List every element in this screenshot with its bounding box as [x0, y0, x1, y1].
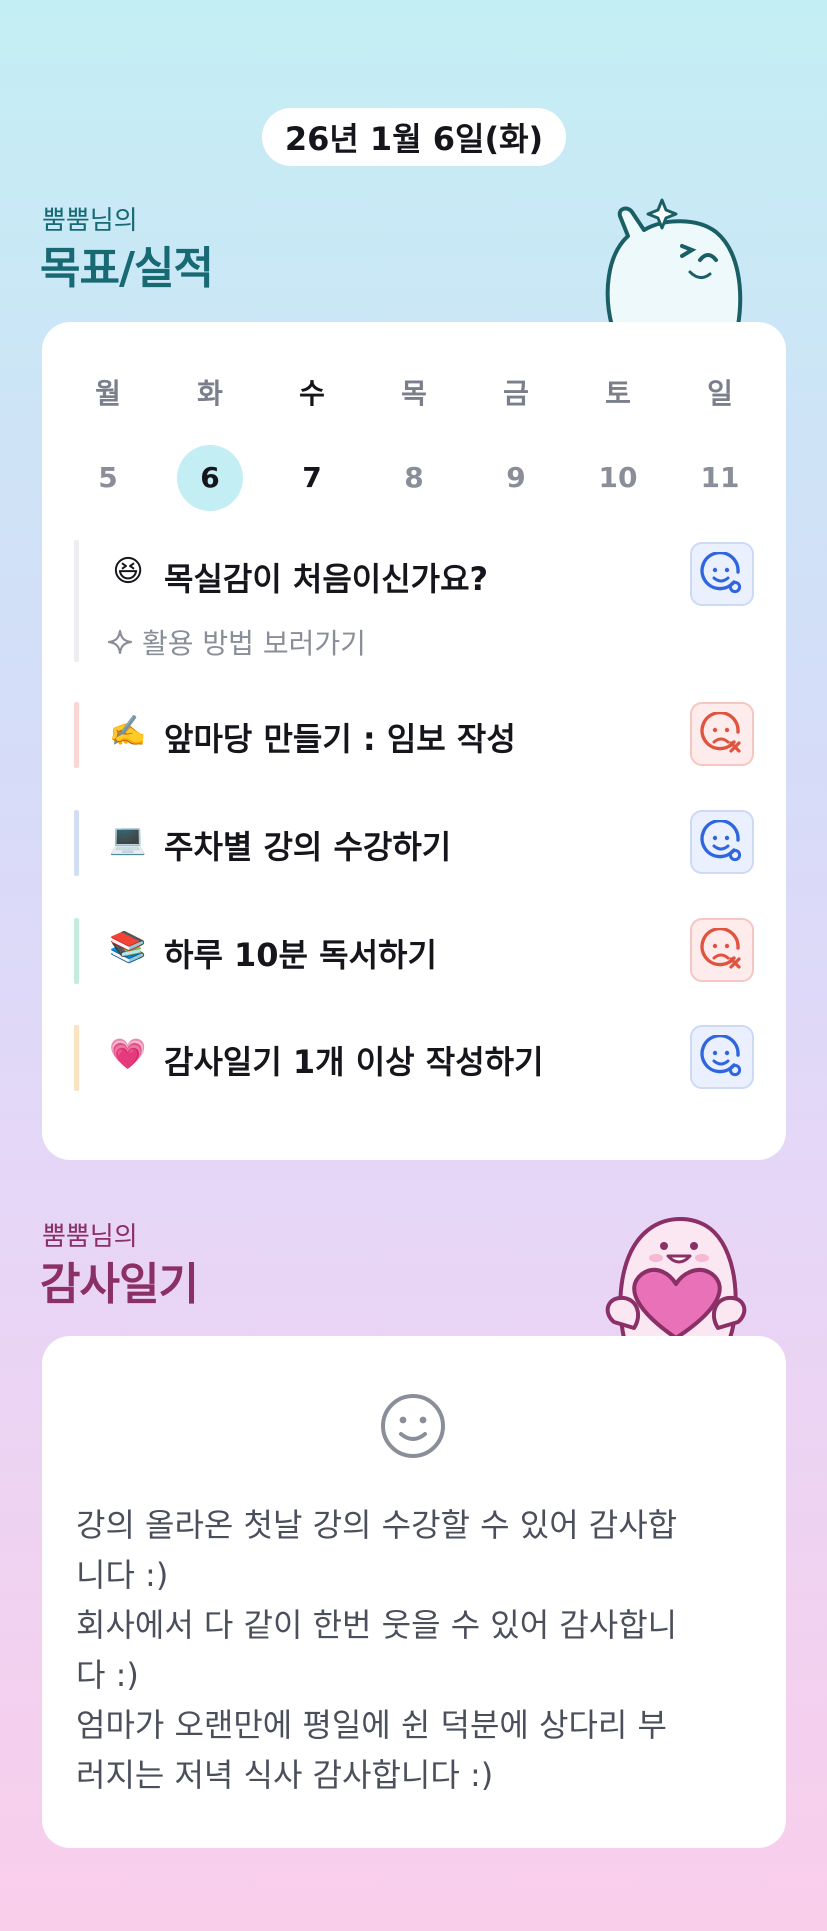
- diary-line: 회사에서 다 같이 한번 웃을 수 있어 감사합니: [76, 1606, 678, 1644]
- laptop-emoji-icon: 💻: [109, 822, 147, 857]
- day-9[interactable]: 9: [483, 445, 549, 511]
- weekday-label: 목: [401, 377, 427, 410]
- day-10[interactable]: 10: [585, 445, 651, 511]
- item-bar: [74, 918, 79, 984]
- gratitude-section-title: 감사일기: [40, 1259, 199, 1310]
- sad-x-icon: [700, 928, 741, 969]
- day-5[interactable]: 5: [75, 445, 141, 511]
- books-emoji-icon: 📚: [109, 930, 147, 965]
- goal-status-button[interactable]: [690, 918, 754, 982]
- day-8[interactable]: 8: [381, 445, 447, 511]
- goal-item: 📚 하루 10분 독서하기: [74, 918, 764, 984]
- grinning-emoji-icon: 😆: [112, 554, 144, 589]
- weekday-label: 월: [95, 377, 121, 410]
- date-pill[interactable]: 26년 1월 6일(화): [262, 108, 566, 166]
- weekday-label: 수: [299, 377, 325, 410]
- gratitude-diary-text: 강의 올라온 첫날 강의 수강할 수 있어 감사합 니다 :) 회사에서 다 같…: [76, 1500, 766, 1800]
- goal-status-button[interactable]: [690, 810, 754, 874]
- smile-check-icon: [700, 1035, 742, 1077]
- day-11[interactable]: 11: [687, 445, 753, 511]
- item-bar: [74, 810, 79, 876]
- goal-text: 앞마당 만들기 : 임보 작성: [164, 720, 516, 758]
- goals-section-title: 목표/실적: [40, 243, 214, 294]
- mascot-wave-illustration: [605, 198, 743, 328]
- writing-hand-emoji-icon: ✍️: [109, 714, 147, 749]
- diary-line: 러지는 저녁 식사 감사합니다 :): [76, 1756, 494, 1794]
- sparkle-icon: [107, 629, 133, 655]
- smile-check-icon: [700, 820, 742, 862]
- smile-face-icon: [381, 1394, 445, 1458]
- smile-check-icon: [700, 552, 742, 594]
- day-6-selected[interactable]: 6: [177, 445, 243, 511]
- sad-x-icon: [700, 712, 741, 753]
- goal-text: 주차별 강의 수강하기: [164, 828, 452, 866]
- diary-line: 다 :): [76, 1656, 139, 1694]
- goal-item: ✍️ 앞마당 만들기 : 임보 작성: [74, 702, 764, 768]
- diary-line: 니다 :): [76, 1556, 169, 1594]
- mascot-heart-illustration: [605, 1216, 747, 1338]
- diary-line: 엄마가 오랜만에 평일에 쉰 덕분에 상다리 부: [76, 1706, 667, 1744]
- item-bar: [74, 702, 79, 768]
- intro-status-button[interactable]: [690, 542, 754, 606]
- weekday-label: 금: [503, 377, 529, 410]
- guide-link[interactable]: 활용 방법 보러가기: [106, 622, 366, 662]
- weekday-label: 화: [197, 377, 223, 410]
- weekday-label: 일: [707, 377, 733, 410]
- goal-text: 하루 10분 독서하기: [164, 936, 437, 974]
- intro-title: 목실감이 처음이신가요?: [164, 560, 489, 598]
- day-7-today[interactable]: 7: [279, 445, 345, 511]
- item-bar: [74, 540, 79, 662]
- diary-line: 강의 올라온 첫날 강의 수강할 수 있어 감사합: [76, 1506, 678, 1544]
- goal-status-button[interactable]: [690, 1025, 754, 1089]
- goal-item: 💗 감사일기 1개 이상 작성하기: [74, 1025, 764, 1091]
- goal-status-button[interactable]: [690, 702, 754, 766]
- pink-heart-emoji-icon: 💗: [109, 1037, 147, 1072]
- goal-item: 💻 주차별 강의 수강하기: [74, 810, 764, 876]
- goal-text: 감사일기 1개 이상 작성하기: [164, 1043, 544, 1081]
- gratitude-card: 강의 올라온 첫날 강의 수강할 수 있어 감사합 니다 :) 회사에서 다 같…: [42, 1336, 786, 1848]
- guide-link-label: 활용 방법 보러가기: [142, 627, 366, 660]
- item-bar: [74, 1025, 79, 1091]
- weekday-label: 토: [605, 377, 631, 410]
